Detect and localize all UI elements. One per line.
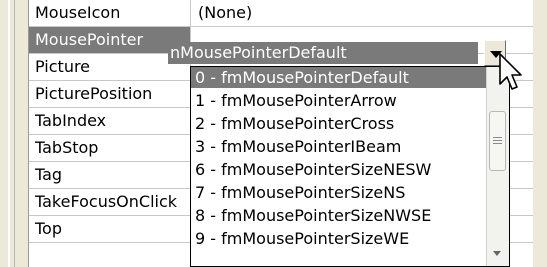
dropdown-option[interactable]: 0 - fmMousePointerDefault <box>191 67 487 88</box>
window-frame-right <box>532 0 547 267</box>
property-name: Tag <box>29 162 191 188</box>
dropdown-scrollbar[interactable] <box>486 67 509 266</box>
dropdown-option[interactable]: 6 - fmMousePointerSizeNESW <box>191 159 487 180</box>
mousepointer-value-editor[interactable]: nMousePointerDefault <box>168 42 478 64</box>
scroll-thumb[interactable] <box>489 111 506 171</box>
property-name: TakeFocusOnClick <box>29 189 191 215</box>
dropdown-option[interactable]: 1 - fmMousePointerArrow <box>191 90 487 111</box>
property-row-mouseicon[interactable]: MouseIcon (None) <box>29 0 533 27</box>
property-name: Top <box>29 216 191 242</box>
dropdown-option[interactable]: 8 - fmMousePointerSizeNWSE <box>191 205 487 226</box>
property-value[interactable]: (None) <box>192 0 533 26</box>
property-name: MouseIcon <box>29 0 191 26</box>
property-name: PicturePosition <box>29 81 191 107</box>
dropdown-option[interactable]: 3 - fmMousePointerIBeam <box>191 136 487 157</box>
mousepointer-dropdown-list: 0 - fmMousePointerDefault 1 - fmMousePoi… <box>190 66 510 267</box>
window-frame-left <box>0 0 29 267</box>
property-name: Picture <box>29 54 191 80</box>
property-name: TabStop <box>29 135 191 161</box>
scroll-down-icon[interactable] <box>489 245 506 262</box>
dropdown-option[interactable]: 9 - fmMousePointerSizeWE <box>191 228 487 249</box>
mouse-pointer-icon <box>499 53 522 90</box>
property-name: MousePointer <box>29 27 191 53</box>
dropdown-option[interactable]: 2 - fmMousePointerCross <box>191 113 487 134</box>
dropdown-option[interactable]: 7 - fmMousePointerSizeNS <box>191 182 487 203</box>
property-name: TabIndex <box>29 108 191 134</box>
